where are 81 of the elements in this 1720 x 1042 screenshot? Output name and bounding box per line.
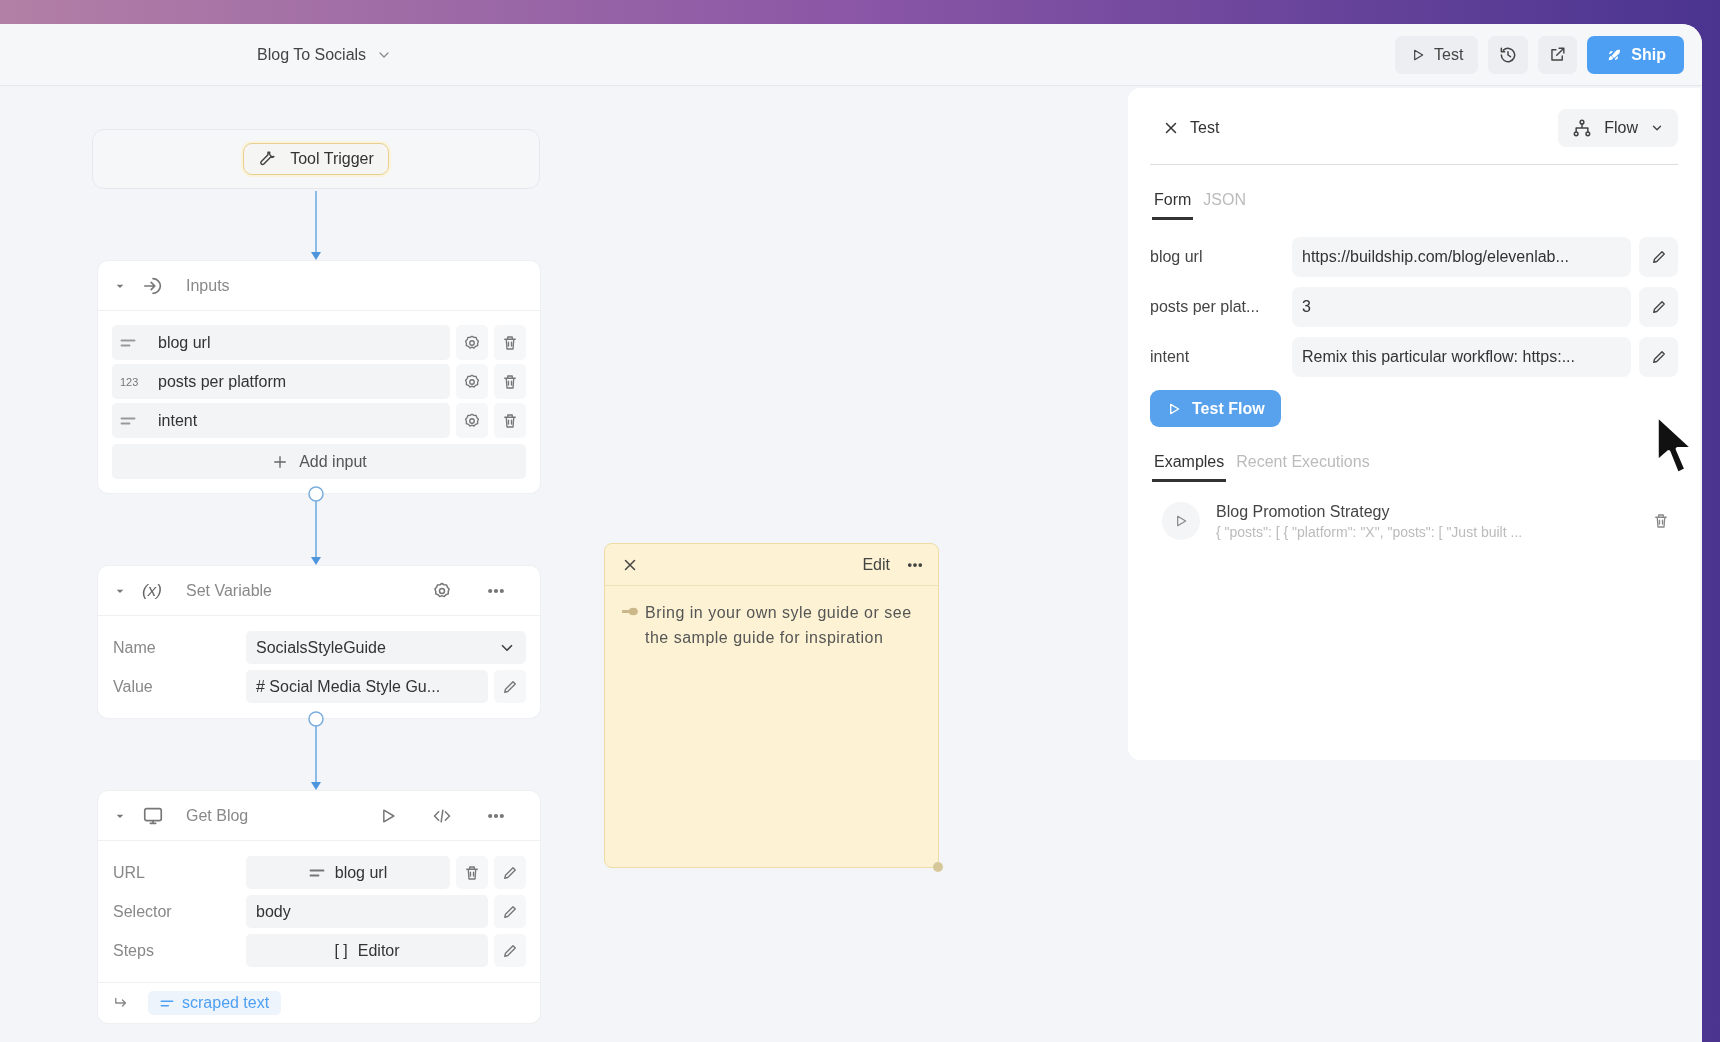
- field-label: Steps: [112, 941, 155, 960]
- connector-arrow: [311, 190, 321, 260]
- delete-button[interactable]: [1652, 512, 1670, 530]
- connector-arrow: [311, 500, 321, 565]
- node-title: Get Blog: [186, 806, 250, 825]
- note-text: Bring in your own syle guide or see the sample guide for inspiration: [645, 603, 913, 648]
- settings-icon: [463, 333, 481, 352]
- trigger-node[interactable]: Tool Trigger: [92, 129, 540, 189]
- edit-button[interactable]: [1639, 287, 1678, 327]
- connection-handle[interactable]: [308, 486, 324, 502]
- delete-button[interactable]: [494, 364, 526, 399]
- connector-arrow: [311, 725, 321, 790]
- flow-icon: [1572, 118, 1593, 138]
- input-field[interactable]: 3: [1292, 287, 1631, 327]
- settings-icon: [463, 411, 481, 430]
- history-button[interactable]: [1488, 35, 1529, 74]
- delete-button[interactable]: [494, 403, 526, 438]
- trash-icon: [501, 372, 519, 391]
- resize-handle[interactable]: [933, 862, 943, 872]
- field-label: posts per plat...: [1150, 298, 1261, 316]
- share-button[interactable]: [1538, 35, 1578, 74]
- output-name: scraped text: [182, 994, 270, 1012]
- input-field[interactable]: Remix this particular workflow: https:...: [1292, 337, 1631, 377]
- node-title: Inputs: [186, 276, 231, 295]
- settings-button[interactable]: [456, 364, 488, 399]
- field-label: intent: [1150, 348, 1191, 366]
- select-field[interactable]: SocialsStyleGuide: [246, 631, 526, 664]
- edit-button[interactable]: [1639, 337, 1678, 377]
- field-label: blog url: [1150, 248, 1204, 266]
- variable-icon: (x): [142, 580, 164, 601]
- edit-button[interactable]: [1639, 237, 1678, 277]
- add-input-button[interactable]: Add input: [112, 444, 526, 479]
- field-label: Selector: [112, 902, 173, 921]
- trash-icon: [463, 863, 481, 882]
- delete-button[interactable]: [494, 325, 526, 360]
- field-label: URL: [112, 863, 146, 882]
- text-type-icon: [120, 416, 136, 425]
- text-type-icon: [308, 868, 325, 877]
- input-field[interactable]: https://buildship.com/blog/elevenlab...: [1292, 237, 1631, 277]
- text-field[interactable]: body: [246, 895, 488, 928]
- connection-handle[interactable]: [308, 711, 324, 727]
- editor-button[interactable]: [ ] Editor: [246, 934, 488, 967]
- field-label: Value: [112, 677, 154, 696]
- example-preview: { "posts": [ { "platform": "X", "posts": [ "Just built ...: [1216, 523, 1524, 540]
- trash-icon: [1652, 512, 1670, 530]
- input-row[interactable]: blog url: [112, 325, 450, 360]
- text-field[interactable]: # Social Media Style Gu...: [246, 670, 488, 703]
- share-icon: [1548, 45, 1568, 64]
- settings-icon: [463, 372, 481, 391]
- edit-button[interactable]: [494, 934, 526, 967]
- panel-title: Test: [1190, 119, 1221, 137]
- trash-icon: [501, 411, 519, 430]
- flow-title: Blog To Socials: [257, 45, 367, 64]
- tool-trigger-button[interactable]: Tool Trigger: [243, 143, 389, 175]
- input-row[interactable]: intent: [112, 403, 450, 438]
- test-button[interactable]: Test: [1395, 35, 1479, 74]
- delete-button[interactable]: [456, 856, 488, 889]
- field-label: Name: [112, 638, 157, 657]
- tab[interactable]: Form: [1152, 191, 1194, 220]
- flow-dropdown[interactable]: Flow: [1558, 109, 1678, 147]
- settings-button[interactable]: [456, 325, 488, 360]
- settings-button[interactable]: [456, 403, 488, 438]
- edit-button[interactable]: Edit: [862, 555, 890, 574]
- text-type-icon: [120, 338, 136, 347]
- edit-button[interactable]: [494, 895, 526, 928]
- trash-icon: [501, 333, 519, 352]
- edit-button[interactable]: [494, 856, 526, 889]
- input-name: intent: [158, 411, 198, 430]
- example-title[interactable]: Blog Promotion Strategy: [1216, 502, 1636, 521]
- text-type-icon: [160, 999, 174, 1007]
- node-title: Set Variable: [186, 581, 273, 600]
- brackets-label: [ ]: [334, 941, 348, 960]
- tab[interactable]: Examples: [1152, 453, 1227, 482]
- edit-button[interactable]: [494, 670, 526, 703]
- number-type-label: 123: [120, 375, 140, 388]
- field-value: Editor: [357, 941, 400, 960]
- input-name: blog url: [158, 333, 211, 352]
- input-name: posts per platform: [158, 372, 287, 391]
- input-row[interactable]: 123 posts per platform: [112, 364, 450, 399]
- reference-field[interactable]: blog url: [246, 856, 450, 889]
- field-value: blog url: [334, 863, 388, 882]
